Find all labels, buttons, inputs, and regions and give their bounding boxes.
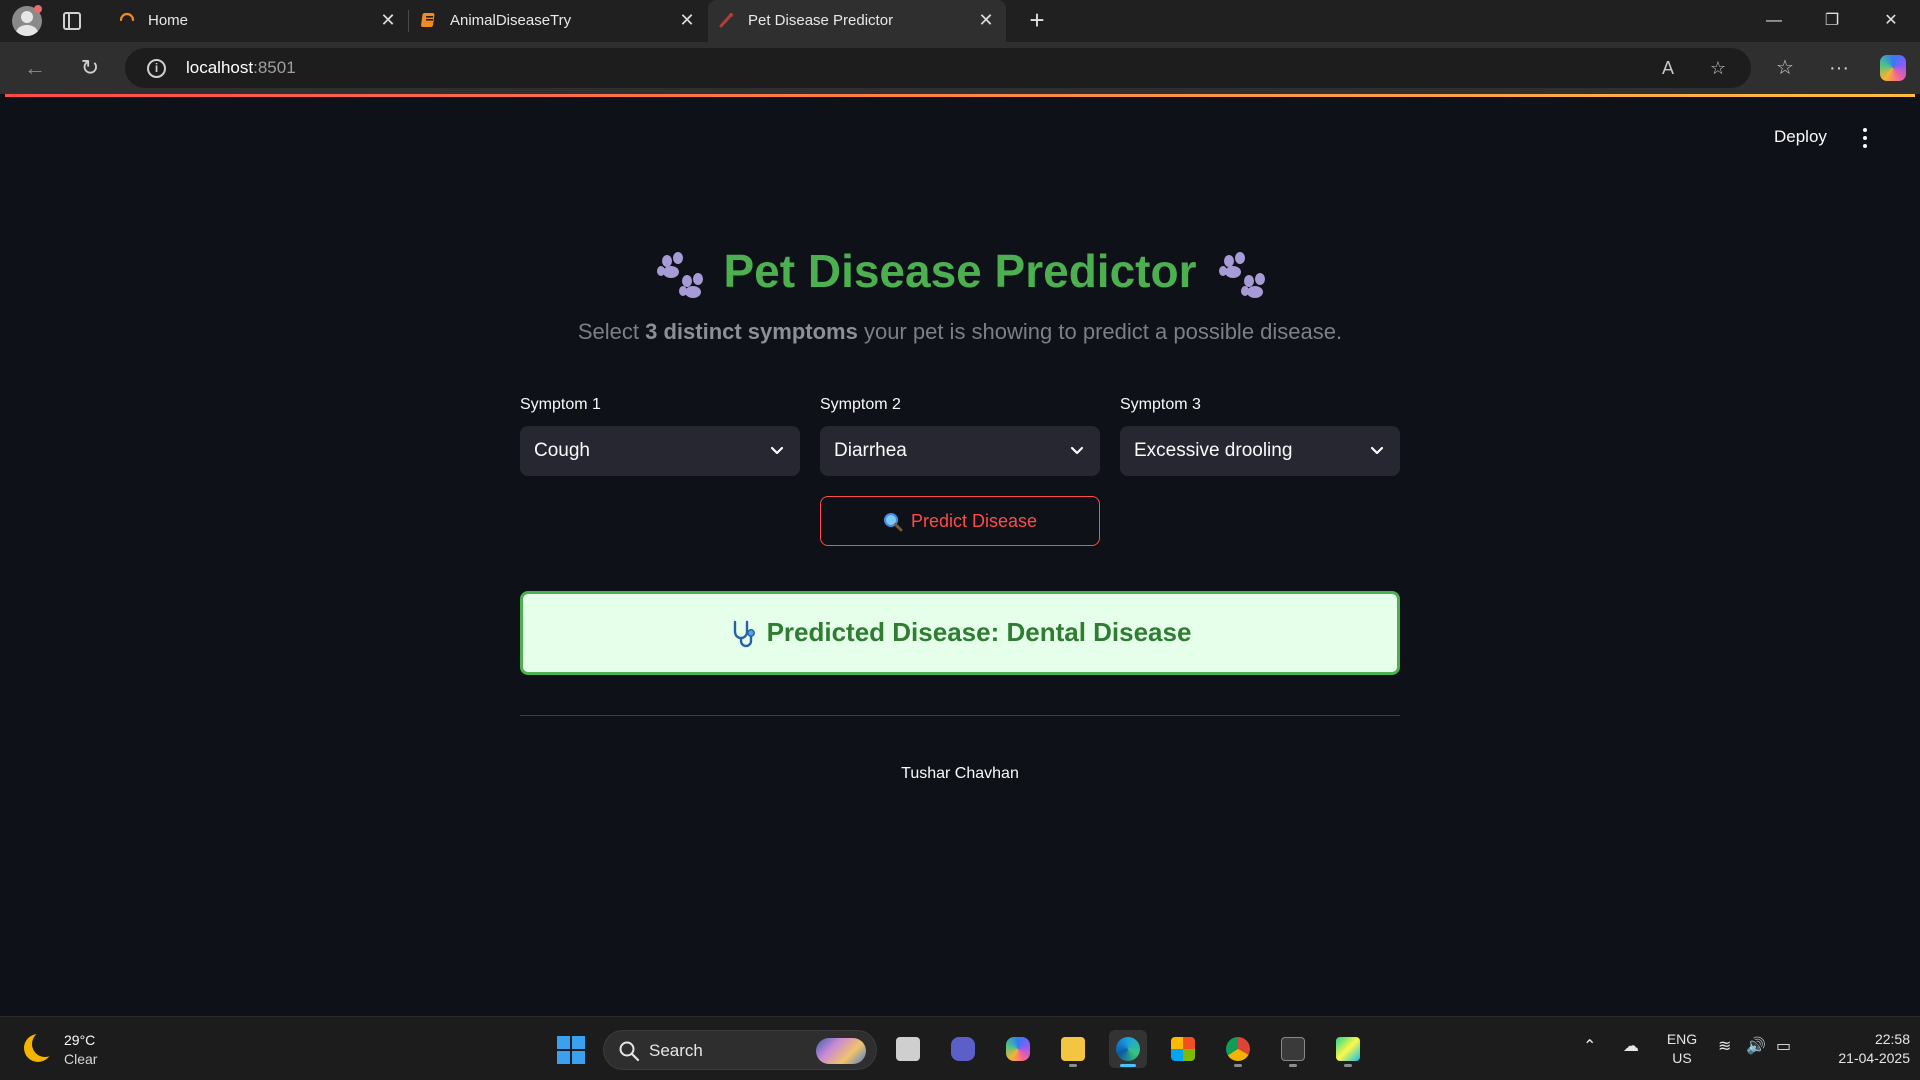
- copilot-icon[interactable]: [1880, 55, 1906, 81]
- refresh-icon[interactable]: ↻: [74, 52, 106, 84]
- running-indicator: [1344, 1064, 1352, 1067]
- symptom-3-select[interactable]: Excessive drooling: [1120, 426, 1400, 476]
- weather-temperature[interactable]: 29°C: [64, 1032, 95, 1048]
- weather-condition[interactable]: Clear: [64, 1051, 97, 1067]
- chrome-icon[interactable]: [1219, 1030, 1257, 1068]
- file-explorer-icon[interactable]: [1054, 1030, 1092, 1068]
- pycharm-icon[interactable]: [1329, 1030, 1367, 1068]
- symptom-1-select[interactable]: Cough: [520, 426, 800, 476]
- tab-actions-icon[interactable]: [63, 12, 81, 30]
- site-info-icon[interactable]: i: [147, 59, 166, 78]
- subtitle-post: your pet is showing to predict a possibl…: [857, 319, 1343, 344]
- terminal-icon[interactable]: [1274, 1030, 1312, 1068]
- windows-start-icon[interactable]: [556, 1035, 586, 1065]
- search-highlight-image: [816, 1038, 866, 1064]
- tab-animal-disease-try[interactable]: AnimalDiseaseTry ✕: [410, 0, 706, 42]
- teams-icon[interactable]: [944, 1030, 982, 1068]
- url-host: localhost: [186, 58, 254, 77]
- onedrive-offline-icon[interactable]: ☁: [1623, 1036, 1639, 1056]
- volume-icon[interactable]: 🔊: [1746, 1036, 1766, 1056]
- symptom-2-value: Diarrhea: [834, 440, 907, 461]
- notebook-favicon-icon: [421, 13, 435, 27]
- url-text[interactable]: localhost:8501: [186, 58, 296, 78]
- paw-prints-icon: [1218, 251, 1265, 298]
- back-arrow-icon[interactable]: ←: [19, 52, 51, 84]
- edge-browser-icon[interactable]: [1109, 1030, 1147, 1068]
- deploy-button[interactable]: Deploy: [1774, 127, 1827, 147]
- symptom-1-label: Symptom 1: [520, 396, 601, 413]
- battery-icon[interactable]: ▭: [1776, 1036, 1791, 1056]
- tab-pet-disease-predictor[interactable]: Pet Disease Predictor ✕: [708, 0, 1006, 42]
- system-clock[interactable]: 22:58 21-04-2025: [1810, 1030, 1910, 1068]
- loading-spinner-icon: [119, 12, 135, 22]
- close-tab-icon[interactable]: ✕: [677, 9, 697, 31]
- more-options-icon[interactable]: ···: [1824, 54, 1854, 82]
- running-indicator: [1289, 1064, 1297, 1067]
- favorite-star-icon[interactable]: ☆: [1706, 56, 1730, 80]
- moon-weather-icon[interactable]: [24, 1031, 58, 1062]
- search-label: Search: [649, 1041, 703, 1060]
- chevron-down-icon: [1370, 446, 1384, 455]
- page-subtitle: Select 3 distinct symptoms your pet is s…: [5, 319, 1915, 345]
- search-icon: [619, 1041, 640, 1062]
- running-indicator: [1234, 1064, 1242, 1067]
- page-title: Pet Disease Predictor: [723, 245, 1197, 297]
- symptom-2-label: Symptom 2: [820, 396, 901, 413]
- prediction-result-box: Predicted Disease: Dental Disease: [520, 591, 1400, 675]
- windows-taskbar: 29°C Clear Search ⌃ ☁ ENG US ≋ 🔊 ▭ 22:58…: [0, 1016, 1920, 1080]
- subtitle-pre: Select: [577, 319, 646, 344]
- symptom-1-value: Cough: [534, 440, 590, 461]
- predict-button-label: Predict Disease: [910, 511, 1038, 531]
- language-region: US: [1672, 1050, 1692, 1066]
- stethoscope-icon: [733, 620, 755, 648]
- tab-home[interactable]: Home ✕: [108, 0, 408, 42]
- wifi-icon[interactable]: ≋: [1718, 1036, 1731, 1056]
- subtitle-emphasis: 3 distinct symptoms: [645, 319, 858, 344]
- main-menu-icon[interactable]: [1860, 128, 1870, 150]
- header-decoration-stripe: [5, 94, 1915, 97]
- address-bar[interactable]: i localhost:8501 A ☆: [125, 48, 1751, 88]
- language-code: ENG: [1666, 1031, 1698, 1047]
- minimize-window-button[interactable]: —: [1745, 0, 1803, 42]
- chevron-down-icon: [1070, 446, 1084, 455]
- page-viewport: Deploy Pet Disease Predictor Select 3 di…: [5, 94, 1915, 1016]
- copilot-app-icon[interactable]: [999, 1030, 1037, 1068]
- taskbar-search-box[interactable]: Search: [603, 1030, 877, 1070]
- symptom-3-label: Symptom 3: [1120, 396, 1201, 413]
- symptom-2-select[interactable]: Diarrhea: [820, 426, 1100, 476]
- favorites-list-icon[interactable]: ☆: [1770, 54, 1800, 82]
- section-divider: [520, 715, 1400, 716]
- predict-disease-button[interactable]: Predict Disease: [820, 496, 1100, 546]
- prediction-result-text: Predicted Disease: Dental Disease: [766, 617, 1192, 647]
- read-aloud-icon[interactable]: A: [1656, 56, 1680, 80]
- url-port: :8501: [253, 58, 296, 77]
- task-view-icon[interactable]: [889, 1030, 927, 1068]
- restore-window-button[interactable]: ❐: [1803, 0, 1861, 42]
- input-language-indicator[interactable]: ENG US: [1664, 1030, 1700, 1068]
- chevron-down-icon: [770, 446, 784, 455]
- paw-favicon-icon: [719, 13, 733, 28]
- show-hidden-icons-chevron-icon[interactable]: ⌃: [1583, 1036, 1596, 1056]
- symptom-3-value: Excessive drooling: [1134, 440, 1293, 461]
- tab-title: Pet Disease Predictor: [748, 12, 894, 29]
- new-tab-button[interactable]: +: [1022, 6, 1052, 36]
- running-indicator: [1120, 1064, 1136, 1067]
- clock-date: 21-04-2025: [1838, 1050, 1910, 1066]
- tab-title: Home: [148, 12, 189, 29]
- tab-separator: [408, 10, 409, 32]
- browser-tab-strip: Home ✕ AnimalDiseaseTry ✕ Pet Disease Pr…: [0, 0, 1920, 42]
- close-window-button[interactable]: ✕: [1862, 0, 1920, 42]
- running-indicator: [1069, 1064, 1077, 1067]
- page-title-row: Pet Disease Predictor: [5, 244, 1915, 299]
- close-tab-icon[interactable]: ✕: [378, 9, 398, 31]
- magnifying-glass-icon: [883, 513, 903, 532]
- footer-author: Tushar Chavhan: [901, 765, 1019, 782]
- clock-time: 22:58: [1874, 1031, 1910, 1047]
- tab-title: AnimalDiseaseTry: [450, 12, 572, 29]
- microsoft-store-icon[interactable]: [1164, 1030, 1202, 1068]
- profile-notification-badge: [34, 5, 42, 13]
- paw-prints-icon: [657, 251, 704, 298]
- browser-toolbar: ← ↻ i localhost:8501 A ☆ ☆ ···: [0, 42, 1920, 94]
- close-tab-icon[interactable]: ✕: [976, 9, 996, 31]
